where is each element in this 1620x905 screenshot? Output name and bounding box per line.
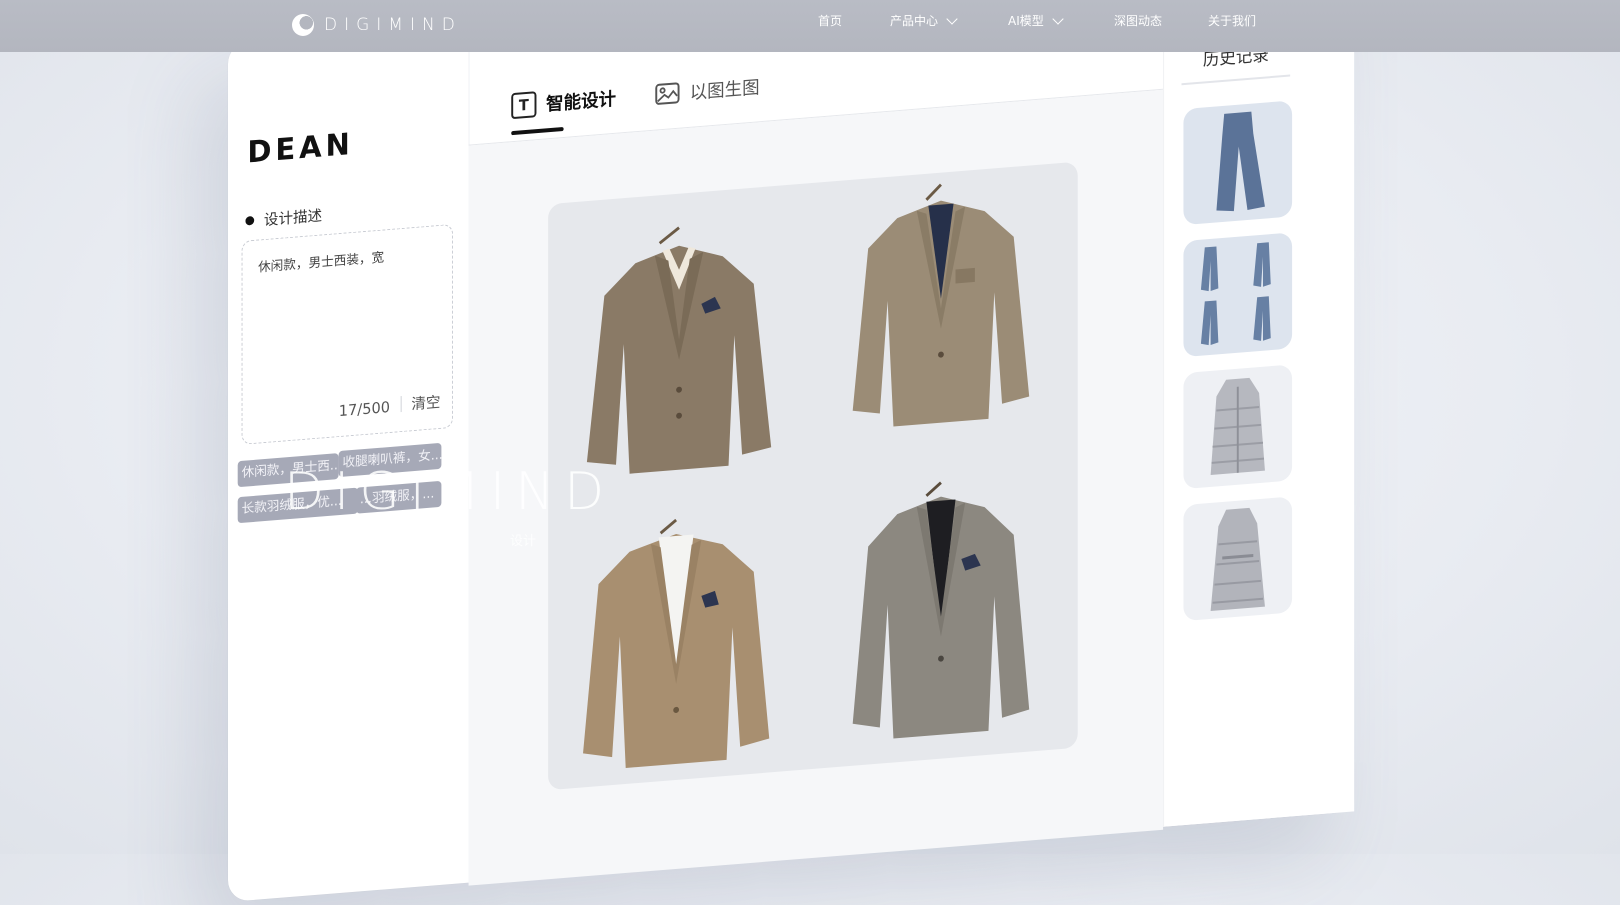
jeans-icon bbox=[1183, 100, 1292, 225]
design-description-heading: 设计描述 bbox=[245, 204, 322, 231]
app-logo: DEAN bbox=[247, 124, 402, 168]
app-window-mockup: DEAN 设计描述 休闲款，男士西装，宽 17/500 清空 休闲款，男士西..… bbox=[228, 0, 1353, 902]
tab-image-to-image[interactable]: 以图生图 bbox=[655, 73, 760, 107]
tab-label: 智能设计 bbox=[546, 85, 616, 117]
history-thumb-four-jeans[interactable] bbox=[1183, 232, 1292, 357]
brand-mark-icon bbox=[292, 14, 314, 36]
puffer-coat-icon bbox=[1183, 364, 1292, 489]
image-icon bbox=[655, 82, 680, 106]
generated-image-jacket-1[interactable] bbox=[577, 212, 781, 488]
active-tab-indicator bbox=[511, 127, 563, 135]
long-coat-icon bbox=[1183, 496, 1292, 621]
overlay-brand-text: DIGIMIND bbox=[284, 462, 614, 522]
generated-image-jacket-4[interactable] bbox=[839, 468, 1043, 754]
history-panel: 历史记录 bbox=[1163, 0, 1354, 827]
history-thumb-puffer-coat[interactable] bbox=[1183, 364, 1292, 489]
generated-result-grid bbox=[548, 162, 1078, 791]
nav-item-home[interactable]: 首页 bbox=[818, 12, 842, 29]
nav-item-about[interactable]: 关于我们 bbox=[1208, 12, 1256, 29]
history-thumb-flared-jeans[interactable] bbox=[1183, 100, 1292, 225]
counter-divider bbox=[401, 396, 402, 412]
design-description-input[interactable]: 休闲款，男士西装，宽 17/500 清空 bbox=[242, 224, 453, 445]
brand-logo[interactable]: DIGIMIND bbox=[292, 10, 462, 40]
top-navigation-bar: DIGIMIND 首页 产品中心 AI模型 深图动态 关于我们 bbox=[0, 0, 1620, 52]
generated-image-jacket-2[interactable] bbox=[839, 170, 1043, 446]
chevron-down-icon bbox=[1052, 13, 1063, 24]
section-title-label: 设计描述 bbox=[264, 204, 322, 230]
nav-item-ai-models[interactable]: AI模型 bbox=[1008, 12, 1062, 29]
bullet-dot-icon bbox=[245, 216, 254, 226]
history-divider bbox=[1182, 75, 1291, 85]
clear-button[interactable]: 清空 bbox=[411, 391, 440, 414]
jeans-grid-icon bbox=[1183, 232, 1292, 357]
nav-item-label: 深图动态 bbox=[1114, 12, 1162, 29]
nav-item-label: AI模型 bbox=[1008, 12, 1044, 29]
nav-item-products[interactable]: 产品中心 bbox=[890, 12, 956, 29]
nav-item-label: 产品中心 bbox=[890, 12, 938, 29]
nav-item-label: 关于我们 bbox=[1208, 12, 1256, 29]
overlay-subtitle-text: 设计 bbox=[510, 530, 536, 549]
svg-text:DEAN: DEAN bbox=[247, 127, 353, 169]
tab-label: 以图生图 bbox=[690, 73, 760, 105]
nav-item-label: 首页 bbox=[818, 12, 842, 29]
text-t-icon: T bbox=[511, 91, 536, 119]
history-thumb-long-puffer-coat[interactable] bbox=[1183, 496, 1292, 621]
tab-smart-design[interactable]: T 智能设计 bbox=[511, 85, 616, 119]
generated-image-jacket-3[interactable] bbox=[569, 505, 782, 782]
chevron-down-icon bbox=[946, 13, 957, 24]
nav-item-news[interactable]: 深图动态 bbox=[1114, 12, 1162, 29]
description-value: 休闲款，男士西装，宽 bbox=[258, 246, 384, 275]
character-counter: 17/500 bbox=[339, 398, 390, 420]
brand-name: DIGIMIND bbox=[324, 15, 462, 35]
